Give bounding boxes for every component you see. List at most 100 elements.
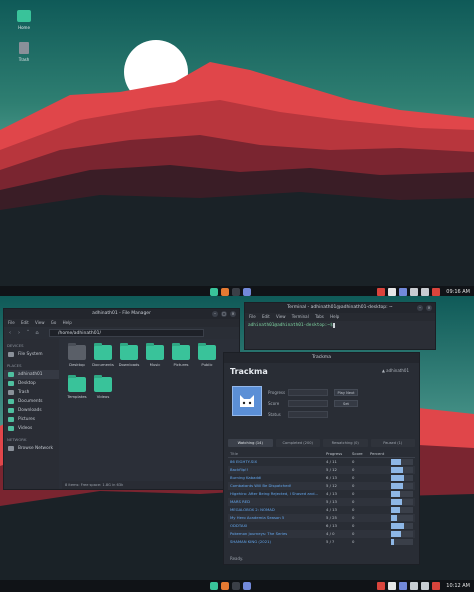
close-button[interactable]: × [426, 305, 432, 311]
firefox-launcher-icon[interactable] [221, 582, 229, 590]
home-icon[interactable]: ⌂ [34, 330, 40, 336]
file-manager-titlebar[interactable]: adhinath01 - File Manager – □ × [4, 309, 239, 319]
file-item-public[interactable]: Public [194, 343, 220, 367]
close-button[interactable]: × [230, 311, 236, 317]
tray-discord-icon[interactable] [399, 288, 407, 296]
sidebar-item-home[interactable]: adhinath01 [4, 370, 59, 379]
menu-item[interactable]: View [276, 314, 286, 319]
tray-discord-icon[interactable] [399, 582, 407, 590]
play-next-button[interactable]: Play Next [334, 389, 358, 396]
tab-rewatching[interactable]: Rewatching (0) [323, 439, 368, 447]
menu-item[interactable]: File [249, 314, 256, 319]
terminal-launcher-icon[interactable] [232, 582, 240, 590]
table-row[interactable]: Combatants Will Be Dispatched! 5 / 12 0 [228, 482, 415, 490]
file-manager-launcher-icon[interactable] [210, 582, 218, 590]
sidebar-item-network[interactable]: Browse Network [4, 444, 59, 453]
tray-network-icon[interactable] [388, 582, 396, 590]
minimize-button[interactable]: – [212, 311, 218, 317]
terminal-launcher-icon[interactable] [232, 288, 240, 296]
file-item-downloads[interactable]: Downloads [116, 343, 142, 367]
desktop-icon-home[interactable]: Home [10, 10, 38, 30]
tray-battery-icon[interactable] [421, 582, 429, 590]
file-item-desktop[interactable]: Desktop [64, 343, 90, 367]
trash-icon [8, 390, 14, 395]
row-score: 0 [352, 491, 355, 496]
menu-item[interactable]: Terminal [292, 314, 309, 319]
progress-spinner[interactable] [288, 389, 328, 396]
tab-completed[interactable]: Completed (200) [275, 439, 320, 447]
tray-power-icon[interactable] [432, 582, 440, 590]
file-item-pictures[interactable]: Pictures [168, 343, 194, 367]
tray-battery-icon[interactable] [421, 288, 429, 296]
table-row[interactable]: SHAMAN KING (2021) 5 / ? 0 [228, 538, 415, 546]
table-row[interactable]: ODDTAXI 6 / 13 0 [228, 522, 415, 530]
tab-watching[interactable]: Watching (14) [228, 439, 273, 447]
table-row[interactable]: Burning Kabaddi 6 / 13 0 [228, 474, 415, 482]
sidebar-item-desktop[interactable]: Desktop [4, 379, 59, 388]
back-icon[interactable]: ‹ [7, 330, 13, 336]
network-icon [8, 446, 14, 451]
menu-item[interactable]: Tabs [315, 314, 324, 319]
bottom-panel: 09:16 AM [0, 286, 474, 296]
table-row[interactable]: 86 EIGHTY-SIX 4 / 11 0 [228, 458, 415, 466]
menu-file[interactable]: File [8, 320, 15, 325]
file-item-templates[interactable]: Templates [64, 375, 90, 399]
score-spinner[interactable] [288, 400, 328, 407]
tray-volume-icon[interactable] [410, 288, 418, 296]
launcher-group [210, 288, 251, 296]
sidebar-item-downloads[interactable]: Downloads [4, 406, 59, 415]
terminal-titlebar[interactable]: Terminal - adhinath01@adhinath01-desktop… [245, 303, 435, 313]
discord-launcher-icon[interactable] [243, 582, 251, 590]
menu-view[interactable]: View [35, 320, 45, 325]
tray-power-icon[interactable] [432, 288, 440, 296]
table-row[interactable]: My Hero Academia Season 5 5 / 25 0 [228, 514, 415, 522]
menu-help[interactable]: Help [63, 320, 72, 325]
account-label[interactable]: ▲ adhinath01 [382, 368, 409, 373]
menu-go[interactable]: Go [51, 320, 57, 325]
table-row[interactable]: Backflip!! 5 / 12 0 [228, 466, 415, 474]
column-percent[interactable]: Percent [370, 450, 390, 457]
up-icon[interactable]: ˄ [25, 330, 31, 336]
file-item-documents[interactable]: Documents [90, 343, 116, 367]
table-row[interactable]: Higehiro: After Being Rejected, I Shaved… [228, 490, 415, 498]
forward-icon[interactable]: › [16, 330, 22, 336]
file-manager-launcher-icon[interactable] [210, 288, 218, 296]
sidebar-item-pictures[interactable]: Pictures [4, 415, 59, 424]
tab-paused[interactable]: Paused (1) [370, 439, 415, 447]
terminal-menubar: File Edit View Terminal Tabs Help [245, 313, 435, 321]
tray-app-icon[interactable] [377, 288, 385, 296]
panel-clock[interactable]: 09:16 AM [446, 289, 470, 295]
location-bar[interactable]: /home/adhinath01/ [49, 329, 204, 337]
status-select[interactable] [288, 411, 328, 418]
panel-clock[interactable]: 10:12 AM [446, 583, 470, 589]
menu-item[interactable]: Edit [262, 314, 270, 319]
table-row[interactable]: MARS RED 5 / 13 0 [228, 498, 415, 506]
maximize-button[interactable]: □ [221, 311, 227, 317]
column-title[interactable]: Title [228, 450, 326, 457]
menu-edit[interactable]: Edit [21, 320, 29, 325]
file-item-videos[interactable]: Videos [90, 375, 116, 399]
trackma-titlebar[interactable]: Trackma [224, 353, 419, 363]
sidebar-item-file-system[interactable]: File System [4, 350, 59, 359]
table-row[interactable]: MEGALOBOX 2: NOMAD 4 / 13 0 [228, 506, 415, 514]
minimize-button[interactable]: – [417, 305, 423, 311]
firefox-launcher-icon[interactable] [221, 288, 229, 296]
file-item-music[interactable]: Music [142, 343, 168, 367]
table-row[interactable]: Pokemon Journeys: The Series 4 / 0 0 [228, 530, 415, 538]
tray-network-icon[interactable] [388, 288, 396, 296]
tray-app-icon[interactable] [377, 582, 385, 590]
row-progress: 4 / 11 [326, 459, 337, 464]
sidebar-item-trash[interactable]: Trash [4, 388, 59, 397]
row-percent-cell [390, 458, 415, 466]
sidebar-item-documents[interactable]: Documents [4, 397, 59, 406]
menu-item[interactable]: Help [330, 314, 339, 319]
set-button[interactable]: Set [334, 400, 358, 407]
column-score[interactable]: Score [352, 450, 370, 457]
desktop-icon-trash[interactable]: Trash [10, 42, 38, 62]
discord-launcher-icon[interactable] [243, 288, 251, 296]
tray-volume-icon[interactable] [410, 582, 418, 590]
terminal-body[interactable]: adhinath01@adhinath01-desktop:~$_ [245, 321, 435, 349]
row-score: 0 [352, 523, 355, 528]
sidebar-item-videos[interactable]: Videos [4, 424, 59, 433]
column-progress[interactable]: Progress [326, 450, 352, 457]
